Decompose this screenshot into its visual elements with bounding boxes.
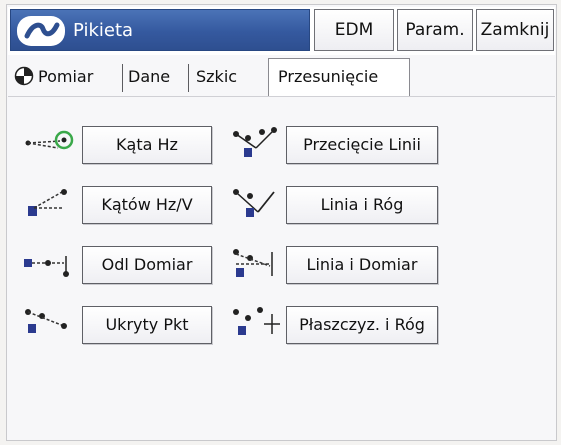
edm-button[interactable]: EDM: [314, 9, 394, 51]
line-and-offset-button[interactable]: Linia i Domiar: [286, 246, 438, 284]
line-and-corner-icon: [228, 186, 284, 220]
window-title: Pikieta: [73, 20, 134, 41]
angle-hz-button[interactable]: Kąta Hz: [82, 126, 212, 164]
angle-hz-offset-icon: [20, 126, 76, 160]
plane-and-corner-icon: [228, 306, 284, 340]
distance-offset-button[interactable]: Odl Domiar: [82, 246, 212, 284]
title-bar: Pikieta EDM Param. Zamknij: [8, 7, 555, 55]
distance-offset-icon: [20, 246, 76, 280]
plane-and-corner-button[interactable]: Płaszczyz. i Róg: [286, 306, 438, 344]
tab-pomiar-label: Pomiar: [38, 67, 94, 86]
hidden-point-icon: [20, 306, 76, 340]
tab-przesuniecie[interactable]: Przesunięcie: [278, 58, 378, 96]
line-intersection-icon: [228, 126, 284, 160]
app-logo-icon: [17, 16, 65, 46]
line-and-corner-button[interactable]: Linia i Róg: [286, 186, 438, 224]
line-intersection-button[interactable]: Przecięcie Linii: [286, 126, 438, 164]
tab-bar: Pomiar Dane Szkic Przesunięcie: [8, 58, 555, 96]
tab-divider: [188, 64, 189, 92]
title-block: Pikieta: [10, 9, 310, 51]
hidden-point-button[interactable]: Ukryty Pkt: [82, 306, 212, 344]
param-button[interactable]: Param.: [397, 9, 473, 51]
target-icon: [14, 66, 34, 86]
angle-hz-v-offset-icon: [20, 186, 76, 220]
tab-szkic[interactable]: Szkic: [196, 58, 237, 96]
tab-dane[interactable]: Dane: [128, 58, 170, 96]
tab-pomiar[interactable]: Pomiar: [14, 58, 93, 96]
angles-hz-v-button[interactable]: Kątów Hz/V: [82, 186, 212, 224]
close-button[interactable]: Zamknij: [476, 9, 554, 51]
line-and-offset-icon: [228, 246, 284, 280]
tab-divider: [122, 64, 123, 92]
